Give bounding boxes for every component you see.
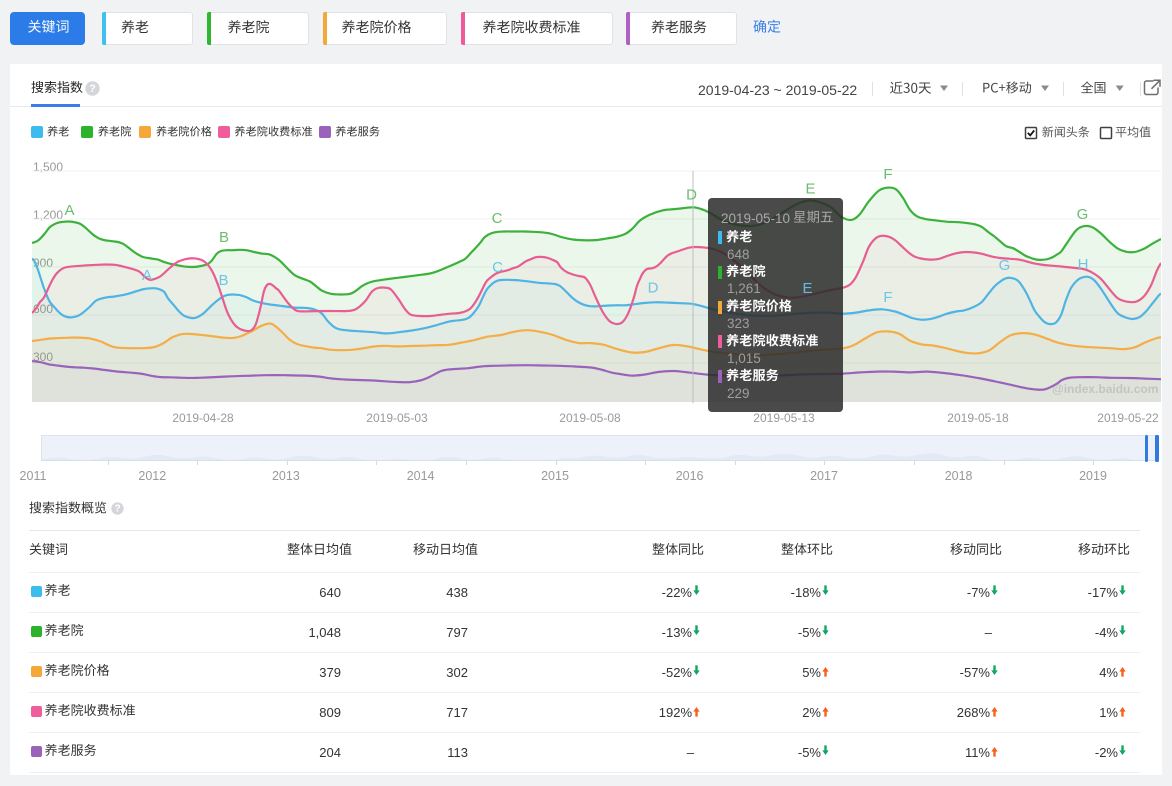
- svg-text:G: G: [1077, 206, 1089, 223]
- svg-text:?: ?: [89, 83, 96, 95]
- svg-text:C: C: [492, 210, 503, 227]
- svg-text:B: B: [219, 229, 229, 246]
- svg-text:E: E: [805, 181, 815, 198]
- svg-text:D: D: [686, 187, 697, 204]
- svg-text:B: B: [218, 272, 228, 289]
- svg-text:A: A: [142, 267, 152, 284]
- svg-text:D: D: [648, 280, 659, 297]
- svg-text:F: F: [883, 166, 892, 183]
- svg-text:G: G: [999, 257, 1011, 274]
- svg-text:F: F: [883, 289, 892, 306]
- svg-text:E: E: [802, 280, 812, 297]
- svg-text:A: A: [64, 202, 74, 219]
- svg-text:?: ?: [114, 504, 120, 515]
- svg-text:C: C: [492, 259, 503, 276]
- svg-text:H: H: [1078, 256, 1089, 273]
